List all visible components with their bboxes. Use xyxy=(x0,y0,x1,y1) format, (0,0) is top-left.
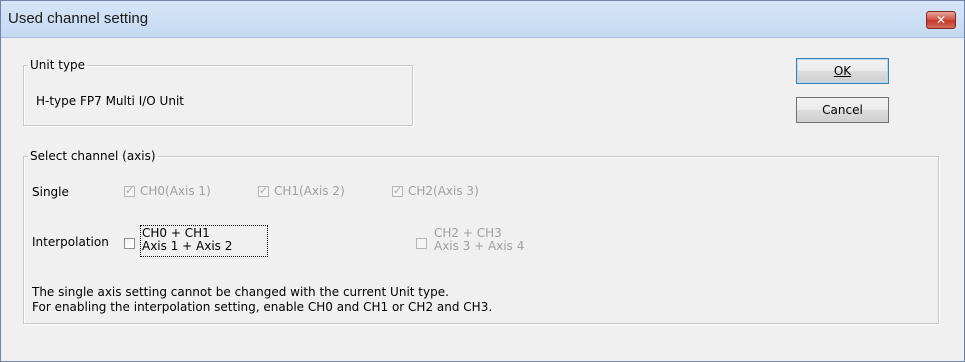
ch1-checkbox[interactable]: ✓ xyxy=(258,184,269,197)
note-line-2: For enabling the interpolation setting, … xyxy=(32,300,493,314)
unit-type-legend: Unit type xyxy=(30,58,86,72)
close-icon: ✕ xyxy=(935,13,947,27)
ch1-label: CH1(Axis 2) xyxy=(274,184,345,198)
ch2-ch3-label: CH2 + CH3 Axis 3 + Axis 4 xyxy=(434,227,524,253)
dialog-window: Used channel setting ✕ Unit type H-type … xyxy=(0,0,965,362)
notes: The single axis setting cannot be change… xyxy=(32,285,492,315)
interpolation-option-ch2-ch3[interactable]: CH2 + CH3 Axis 3 + Axis 4 xyxy=(416,221,576,261)
ch2-checkbox[interactable]: ✓ xyxy=(392,184,403,197)
check-icon: ✓ xyxy=(259,184,269,197)
single-option-ch1[interactable]: ✓ CH1(Axis 2) xyxy=(258,183,398,199)
window-title: Used channel setting xyxy=(8,10,149,27)
title-bar[interactable]: Used channel setting ✕ xyxy=(1,1,964,38)
ch0-checkbox[interactable]: ✓ xyxy=(124,184,135,197)
ch0-ch1-label: CH0 + CH1 Axis 1 + Axis 2 xyxy=(142,227,232,253)
select-channel-group: Select channel (axis) Single ✓ CH0(Axis … xyxy=(23,149,939,324)
single-option-ch0[interactable]: ✓ CH0(Axis 1) xyxy=(124,183,264,199)
dialog-client-area: Unit type H-type FP7 Multi I/O Unit OK C… xyxy=(1,38,964,361)
ch2-ch3-label-line2: Axis 3 + Axis 4 xyxy=(434,239,525,253)
check-icon: ✓ xyxy=(393,184,403,197)
close-button[interactable]: ✕ xyxy=(926,11,956,29)
ok-button[interactable]: OK xyxy=(796,58,889,84)
single-label: Single xyxy=(32,185,69,199)
ch0-ch1-checkbox[interactable] xyxy=(124,238,135,249)
single-option-ch2[interactable]: ✓ CH2(Axis 3) xyxy=(392,183,532,199)
interpolation-option-ch0-ch1[interactable]: CH0 + CH1 Axis 1 + Axis 2 xyxy=(124,221,284,261)
note-line-1: The single axis setting cannot be change… xyxy=(32,285,449,299)
ok-button-label: OK xyxy=(833,64,852,78)
unit-type-group: Unit type H-type FP7 Multi I/O Unit xyxy=(23,58,413,126)
ch0-ch1-label-line2: Axis 1 + Axis 2 xyxy=(142,239,233,253)
ch2-label: CH2(Axis 3) xyxy=(408,184,479,198)
unit-type-value: H-type FP7 Multi I/O Unit xyxy=(36,94,184,108)
select-channel-legend: Select channel (axis) xyxy=(30,149,156,163)
ch2-ch3-checkbox[interactable] xyxy=(416,238,427,249)
cancel-button-label: Cancel xyxy=(822,103,863,117)
ch0-label: CH0(Axis 1) xyxy=(140,184,211,198)
cancel-button[interactable]: Cancel xyxy=(796,97,889,123)
check-icon: ✓ xyxy=(125,184,135,197)
interpolation-label: Interpolation xyxy=(32,235,109,249)
